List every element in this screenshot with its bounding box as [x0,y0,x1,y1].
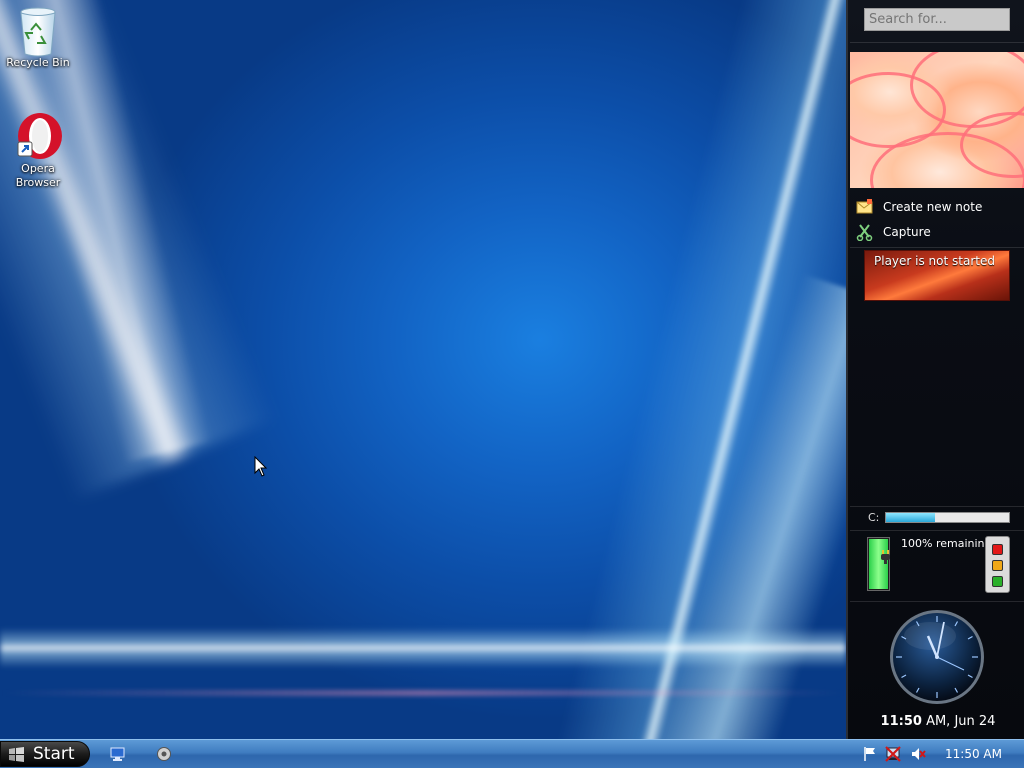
show-desktop-icon[interactable] [110,746,126,762]
drive-label: C: [868,511,880,524]
recycle-bin-label: Recycle Bin [6,56,70,69]
media-player-gadget[interactable]: Player is not started [864,250,1010,301]
desktop[interactable]: Recycle Bin Opera Browser [0,0,846,739]
action-center-flag-icon[interactable] [862,746,878,762]
system-tray: 11:50 AM [855,740,1024,768]
opera-icon [14,112,62,160]
taskbar: Start 11:50 AM [0,739,1024,768]
divider [850,247,1024,248]
capture-label: Capture [883,225,931,239]
create-note-label: Create new note [883,200,983,214]
opera-browser-shortcut[interactable]: Opera Browser [0,112,76,190]
battery-gadget: 100% remaining [864,534,1016,596]
note-icon [856,199,873,214]
power-plug-icon [881,550,890,564]
sidebar-search-input[interactable] [864,8,1010,31]
wallpaper-light-band [0,628,846,668]
scissors-icon [856,224,873,241]
divider [850,42,1024,43]
network-disconnected-icon[interactable] [885,746,901,762]
divider [850,506,1024,507]
divider [850,530,1024,531]
start-button[interactable]: Start [0,741,90,767]
disk-usage-gadget: C: [868,510,1018,526]
sidebar: Create new note Capture Player is not st… [846,0,1024,739]
opera-label-line1: Opera [21,162,55,175]
red-light [992,544,1003,555]
battery-level [869,539,888,589]
recycle-bin-shortcut[interactable]: Recycle Bin [0,6,76,70]
switch-windows-icon[interactable] [156,746,172,762]
disk-usage-fill [886,513,936,522]
analog-clock-gadget[interactable] [888,608,986,706]
start-label: Start [33,744,75,764]
clock-date-label: 11:50 AM, Jun 24 [850,714,1024,729]
volume-muted-icon[interactable] [910,746,926,762]
create-note-button[interactable]: Create new note [854,197,1024,217]
wallpaper-light-line [0,690,846,696]
tray-clock[interactable]: 11:50 AM [945,747,1002,761]
wallpaper-streak [642,274,846,739]
green-light [992,576,1003,587]
clock-suffix: AM, Jun 24 [921,714,996,729]
divider [850,601,1024,602]
traffic-light-indicator [985,536,1010,593]
recycle-bin-icon [14,6,62,57]
opera-label-line2: Browser [15,176,61,189]
disk-usage-bar [885,512,1010,523]
slideshow-gadget[interactable] [850,52,1024,188]
windows-logo-icon [9,747,24,762]
clock-time: 11:50 [880,714,922,729]
wallpaper-streak [0,0,277,501]
player-status: Player is not started [874,254,995,268]
capture-button[interactable]: Capture [854,222,1024,242]
battery-icon [867,537,890,591]
battery-status: 100% remaining [901,537,992,550]
amber-light [992,560,1003,571]
mouse-cursor-icon [254,456,268,477]
